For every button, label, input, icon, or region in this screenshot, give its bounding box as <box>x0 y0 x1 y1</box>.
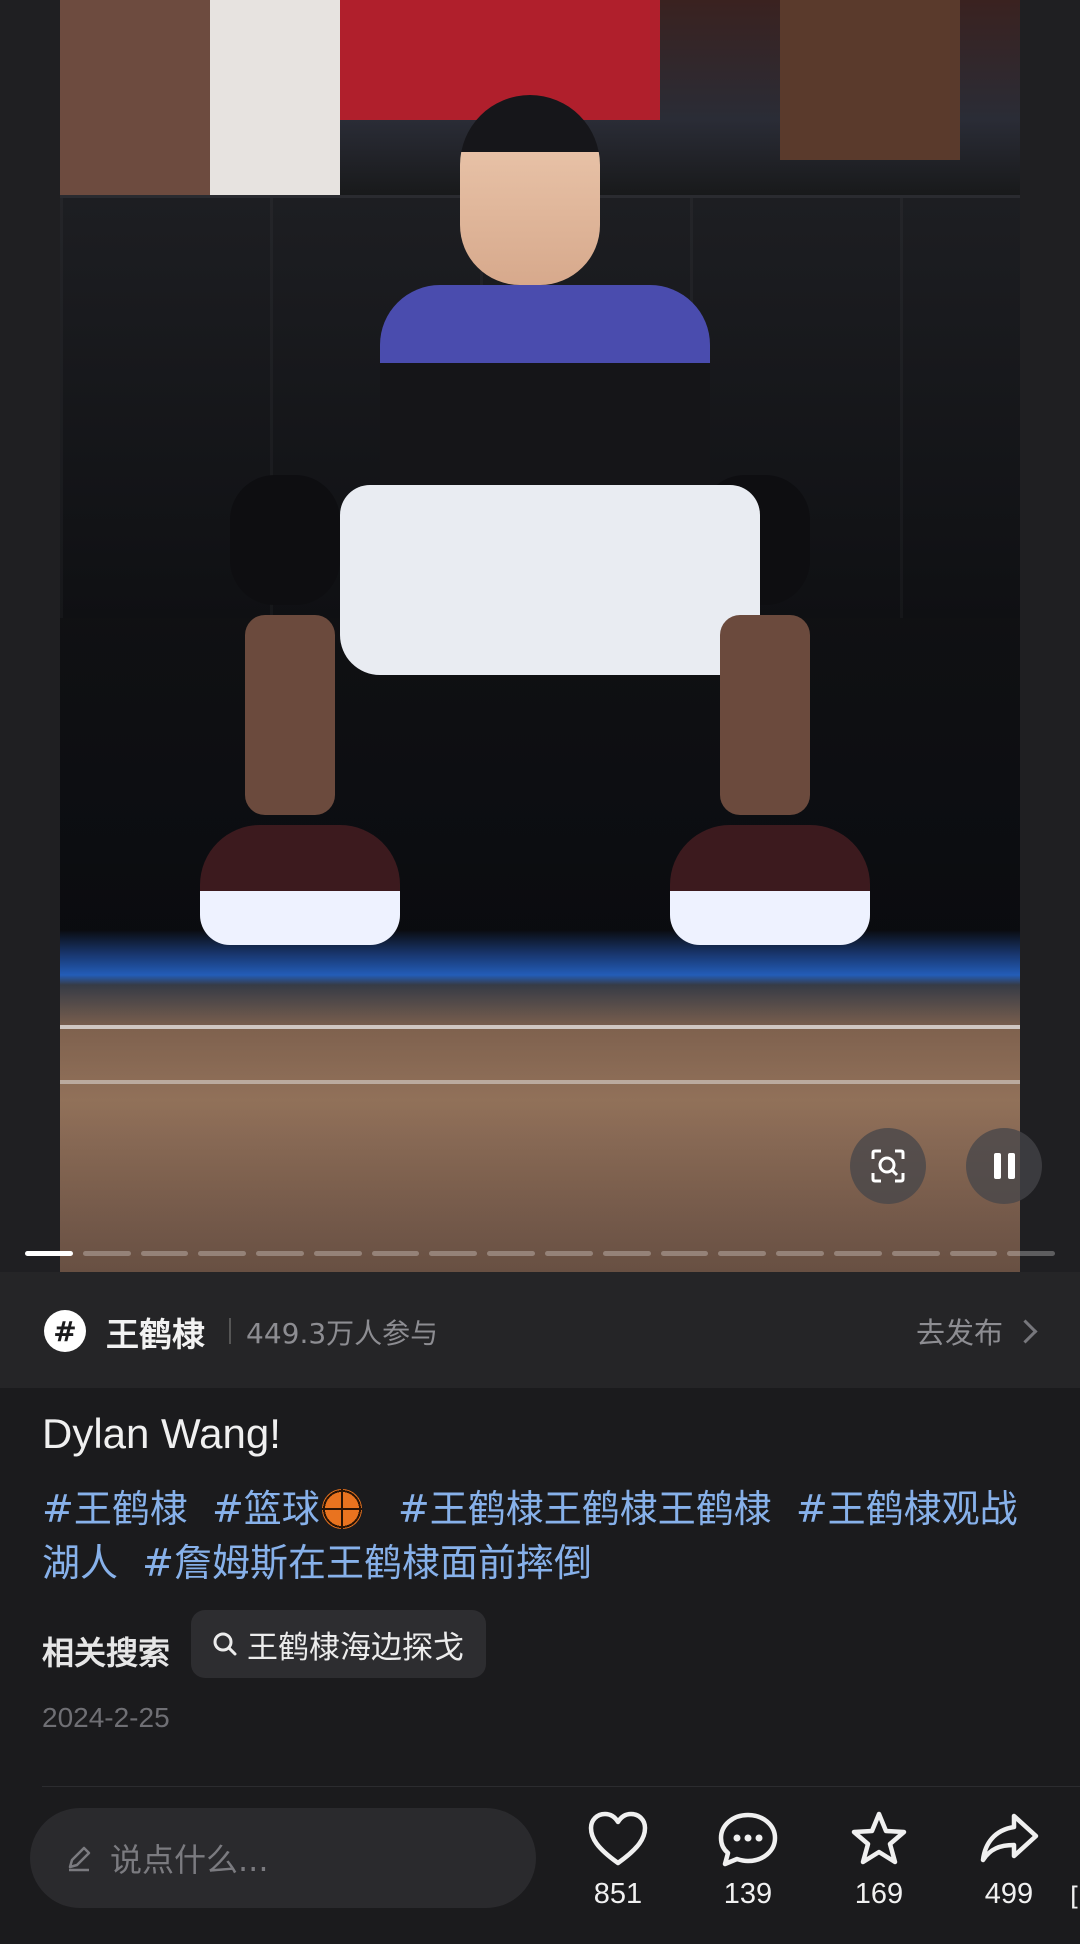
comment-placeholder: 说点什么... <box>110 1841 269 1879</box>
court-line <box>60 1025 1020 1029</box>
share-button[interactable]: 499 <box>954 1810 1064 1911</box>
basketball-emoji-icon <box>321 1489 362 1529</box>
player-leg <box>720 615 810 815</box>
pager-dot <box>545 1251 593 1256</box>
pager-dot <box>891 1251 940 1256</box>
sneaker <box>670 825 870 945</box>
like-button[interactable]: 851 <box>563 1810 673 1911</box>
pager-dot <box>949 1251 998 1256</box>
search-icon <box>213 1632 237 1656</box>
star-icon <box>851 1811 907 1865</box>
pager-dot <box>429 1251 478 1256</box>
scan-button[interactable] <box>850 1128 926 1204</box>
pause-icon <box>993 1153 1015 1179</box>
related-search-query: 王鹤棣海边探戈 <box>247 1629 464 1666</box>
seated-player <box>200 95 870 965</box>
post-date: 2024-2-25 <box>42 1702 170 1733</box>
edge-glyph: [ <box>1069 1882 1080 1912</box>
hashtag-link[interactable]: #詹姆斯在王鹤棣面前摔倒 <box>142 1541 592 1585</box>
topic-name[interactable]: 王鹤棣 <box>106 1308 205 1356</box>
pager-dot <box>776 1251 824 1256</box>
hashtag-link[interactable]: #王鹤棣王鹤棣王鹤棣 <box>398 1487 772 1531</box>
pager-dot <box>371 1251 420 1256</box>
pager-dot <box>313 1251 362 1256</box>
publish-link[interactable]: 去发布 <box>915 1310 1038 1352</box>
pager-dot <box>1007 1251 1056 1256</box>
scan-icon <box>871 1149 905 1183</box>
hashtag-link[interactable]: #王鹤棣 <box>42 1487 188 1531</box>
court-line <box>60 1080 1020 1084</box>
comment-count: 139 <box>723 1878 773 1910</box>
pager-dot <box>602 1251 651 1256</box>
player-head <box>460 95 600 285</box>
player-leg <box>245 615 335 815</box>
like-count: 851 <box>593 1878 643 1910</box>
post-title: Dylan Wang! <box>42 1410 281 1457</box>
divider <box>229 1318 231 1344</box>
pager-dot <box>140 1251 189 1256</box>
topic-bar[interactable]: # 王鹤棣 449.3万人参与 去发布 <box>0 1272 1080 1388</box>
sneaker <box>200 825 400 945</box>
pager-dot <box>82 1251 131 1256</box>
favorite-count: 169 <box>854 1878 904 1910</box>
bottom-action-bar: 说点什么... 851 139 169 499 [ <box>0 1788 1080 1944</box>
knee-pad <box>230 475 340 605</box>
publish-label: 去发布 <box>915 1316 1003 1350</box>
chevron-right-icon <box>1013 1318 1038 1344</box>
share-arrow-icon <box>980 1813 1039 1863</box>
hashtag-badge-icon: # <box>44 1310 86 1352</box>
post-photo[interactable] <box>60 0 1020 1272</box>
hashtag-link[interactable]: #篮球 <box>212 1487 374 1531</box>
divider <box>42 1786 1080 1787</box>
player-shorts <box>340 485 760 675</box>
pager-dot <box>660 1251 709 1256</box>
media-pager-dots <box>25 1251 1056 1256</box>
post-media[interactable] <box>0 0 1080 1272</box>
pager-dot <box>833 1251 882 1256</box>
pager-dot <box>25 1251 73 1256</box>
post-tags: #王鹤棣 #篮球 #王鹤棣王鹤棣王鹤棣 #王鹤棣观战湖人 #詹姆斯在王鹤棣面前摔… <box>42 1482 1042 1590</box>
related-search-chip[interactable]: 王鹤棣海边探戈 <box>191 1610 486 1678</box>
pager-dot <box>198 1251 247 1256</box>
share-count: 499 <box>984 1878 1034 1910</box>
favorite-button[interactable]: 169 <box>824 1810 934 1911</box>
pager-dot <box>487 1251 536 1256</box>
topic-participants: 449.3万人参与 <box>246 1317 439 1350</box>
related-search-label: 相关搜索 <box>42 1634 171 1672</box>
pencil-icon <box>68 1846 91 1872</box>
heart-icon <box>588 1811 648 1866</box>
comment-bubble-icon <box>718 1812 778 1867</box>
comment-button[interactable]: 139 <box>693 1810 803 1911</box>
comment-input[interactable]: 说点什么... <box>30 1808 536 1908</box>
pager-dot <box>256 1251 304 1256</box>
pager-dot <box>718 1251 767 1256</box>
pause-button[interactable] <box>966 1128 1042 1204</box>
